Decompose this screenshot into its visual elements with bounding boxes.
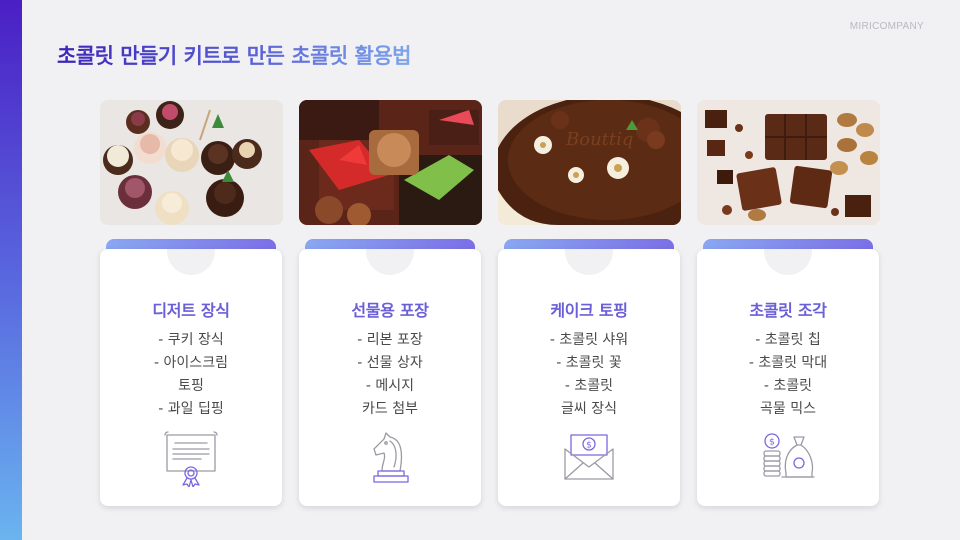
card-line: - 과일 딥핑 (158, 401, 224, 417)
chocolate-pieces-photo (697, 100, 880, 225)
svg-text:Bouttiq: Bouttiq (565, 129, 633, 150)
page-title: 초콜릿 만들기 키트로 만든 초콜릿 활용법 (57, 40, 412, 70)
svg-text:$: $ (769, 438, 775, 448)
card-line: - 초콜릿 꽃 (556, 355, 622, 371)
svg-text:$: $ (586, 441, 592, 451)
chocolate-cake-photo: Bouttiq (498, 100, 681, 225)
card-line: - 초콜릿 (564, 378, 614, 394)
card-body: 디저트 장식 - 쿠키 장식 - 아이스크림 토핑 - 과일 딥핑 (100, 249, 282, 506)
card-body: 케이크 토핑 - 초콜릿 샤워 - 초콜릿 꽃 - 초콜릿 글씨 장식 $ (498, 249, 680, 506)
side-accent-bar (0, 0, 22, 540)
card-notch (366, 249, 414, 275)
card-line: - 쿠키 장식 (158, 332, 224, 348)
card-line: - 리본 포장 (357, 332, 423, 348)
card-title: 디저트 장식 (152, 301, 230, 320)
card-gift-packaging: 선물용 포장 - 리본 포장 - 선물 상자 - 메시지 카드 첨부 (299, 239, 481, 506)
card-lines: - 초콜릿 샤워 - 초콜릿 꽃 - 초콜릿 글씨 장식 (506, 329, 672, 421)
card-line: - 아이스크림 (154, 355, 228, 371)
card-line: 곡물 믹스 (760, 401, 816, 417)
card-notch (764, 249, 812, 275)
card-lines: - 초콜릿 칩 - 초콜릿 막대 - 초콜릿 곡물 믹스 (705, 329, 871, 421)
chocolate-dessert-photo (100, 100, 283, 225)
gift-box-photo (299, 100, 482, 225)
card-body: 초콜릿 조각 - 초콜릿 칩 - 초콜릿 막대 - 초콜릿 곡물 믹스 $ (697, 249, 879, 506)
card-line: - 메시지 (365, 378, 415, 394)
money-bag-coins-icon: $ (763, 433, 815, 478)
card-notch (565, 249, 613, 275)
money-envelope-icon: $ (564, 434, 614, 480)
card-line: - 초콜릿 (763, 378, 813, 394)
card-line: - 선물 상자 (357, 355, 423, 371)
card-chocolate-pieces: 초콜릿 조각 - 초콜릿 칩 - 초콜릿 막대 - 초콜릿 곡물 믹스 $ (697, 239, 879, 506)
card-lines: - 쿠키 장식 - 아이스크림 토핑 - 과일 딥핑 (108, 329, 274, 421)
card-line: 글씨 장식 (561, 401, 617, 417)
certificate-icon (164, 431, 218, 487)
card-line: 카드 첨부 (362, 401, 418, 417)
card-line: 토핑 (178, 378, 204, 394)
card-notch (167, 249, 215, 275)
card-cake-topping: 케이크 토핑 - 초콜릿 샤워 - 초콜릿 꽃 - 초콜릿 글씨 장식 $ (498, 239, 680, 506)
brand-name: MIRICOMPANY (849, 21, 924, 32)
card-lines: - 리본 포장 - 선물 상자 - 메시지 카드 첨부 (307, 329, 473, 421)
card-title: 초콜릿 조각 (749, 301, 827, 320)
card-line: - 초콜릿 샤워 (549, 332, 629, 348)
card-body: 선물용 포장 - 리본 포장 - 선물 상자 - 메시지 카드 첨부 (299, 249, 481, 506)
card-title: 케이크 토핑 (550, 301, 628, 320)
card-line: - 초콜릿 칩 (755, 332, 821, 348)
card-dessert-decoration: 디저트 장식 - 쿠키 장식 - 아이스크림 토핑 - 과일 딥핑 (100, 239, 282, 506)
chess-knight-icon (373, 432, 409, 483)
card-title: 선물용 포장 (351, 301, 429, 320)
card-line: - 초콜릿 막대 (748, 355, 828, 371)
